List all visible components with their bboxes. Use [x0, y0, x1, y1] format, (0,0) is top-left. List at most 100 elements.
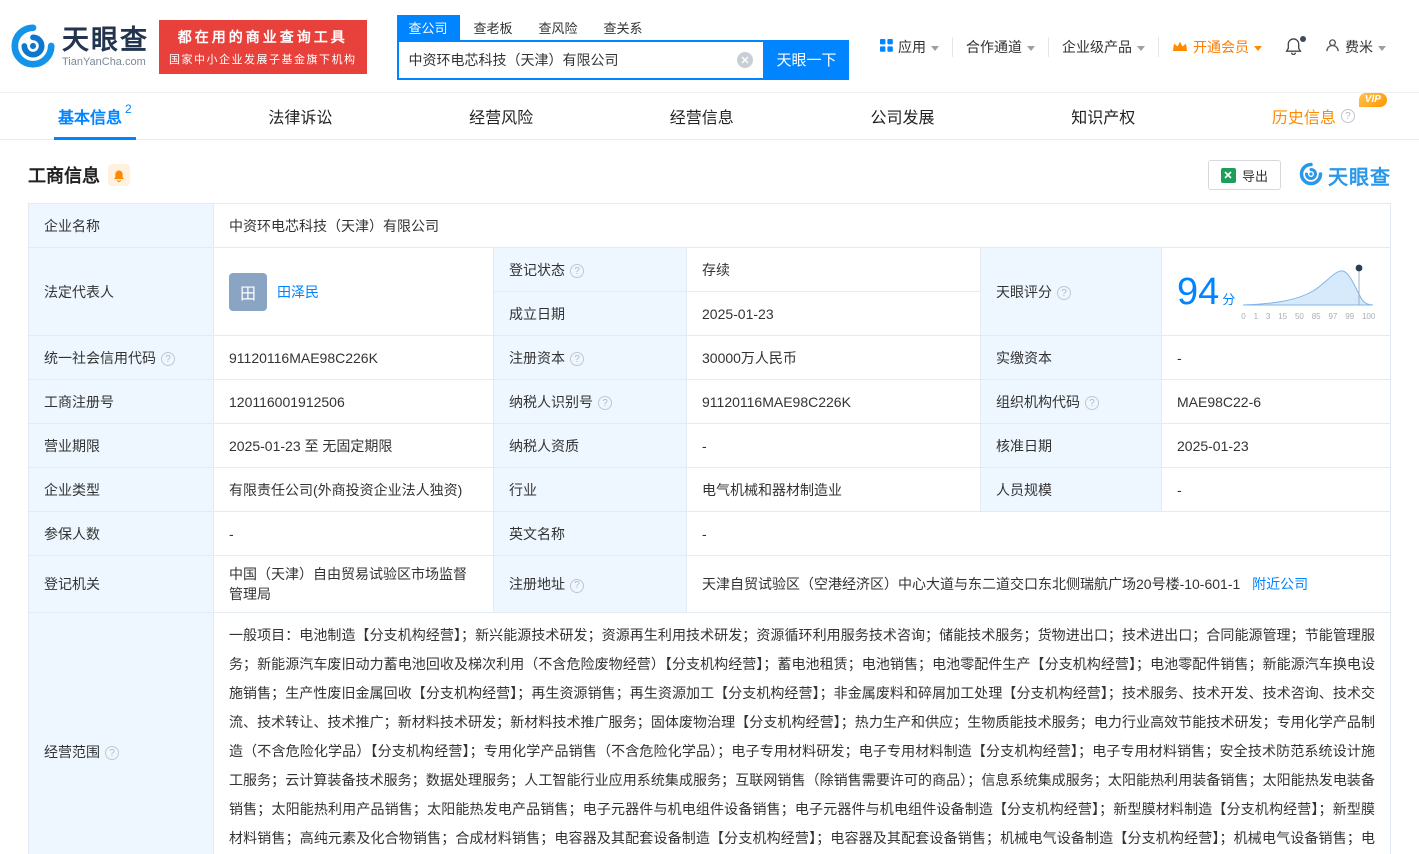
value-tianyan-score: 94 分 0131550859799100 [1162, 248, 1391, 336]
help-icon[interactable]: ? [570, 579, 584, 593]
crown-icon [1172, 39, 1188, 55]
table-row: 经营范围? 一般项目：电池制造【分支机构经营】；新兴能源技术研发；资源再生利用技… [29, 613, 1391, 854]
nav-apps[interactable]: 应用 [867, 37, 952, 57]
label-company-type: 企业类型 [29, 468, 214, 512]
tab-history-label: 历史信息 [1272, 104, 1336, 128]
score-distribution-chart: 0131550859799100 [1241, 263, 1375, 321]
user-avatar-icon [1325, 38, 1340, 56]
business-scope-label-text: 经营范围 [44, 744, 100, 760]
tianyancha-watermark: 天眼查 [1299, 161, 1391, 190]
reg-capital-label-text: 注册资本 [509, 350, 565, 366]
tab-basic-count-badge: 2 [125, 102, 132, 116]
business-scope-text: 一般项目：电池制造【分支机构经营】；新兴能源技术研发；资源再生利用技术研发；资源… [229, 621, 1375, 854]
nav-cooperation[interactable]: 合作通道 [952, 37, 1048, 57]
label-org-code: 组织机构代码? [981, 380, 1162, 424]
label-tianyan-score: 天眼评分? [981, 248, 1162, 336]
label-reg-authority: 登记机关 [29, 556, 214, 613]
nav-enterprise-products[interactable]: 企业级产品 [1048, 37, 1158, 57]
logo-title: 天眼查 [62, 26, 149, 56]
score-unit: 分 [1222, 289, 1235, 308]
notification-dot-icon [1300, 36, 1306, 42]
chevron-down-icon [1027, 46, 1035, 51]
tab-company-development[interactable]: 公司发展 [871, 93, 935, 139]
value-english-name: - [687, 512, 1391, 556]
value-credit-code: 91120116MAE98C226K [214, 336, 494, 380]
help-icon[interactable]: ? [570, 352, 584, 366]
search-tab-risk[interactable]: 查风险 [527, 15, 590, 40]
business-info-header: 工商信息 导出 天眼查 [28, 160, 1391, 190]
help-icon[interactable]: ? [105, 746, 119, 760]
table-row: 工商注册号 120116001912506 纳税人识别号? 91120116MA… [29, 380, 1391, 424]
label-reg-capital: 注册资本? [494, 336, 687, 380]
legal-rep-avatar[interactable]: 田 [229, 273, 267, 311]
score-axis-ticks: 0131550859799100 [1241, 312, 1375, 321]
label-credit-code: 统一社会信用代码? [29, 336, 214, 380]
org-code-label-text: 组织机构代码 [996, 394, 1080, 410]
chevron-down-icon [1378, 46, 1386, 51]
value-paid-capital: - [1162, 336, 1391, 380]
credit-code-label-text: 统一社会信用代码 [44, 350, 156, 366]
notification-bell[interactable] [1275, 37, 1312, 58]
value-reg-capital: 30000万人民币 [687, 336, 981, 380]
value-business-term: 2025-01-23 至 无固定期限 [214, 424, 494, 468]
tianyancha-swirl-icon [1299, 162, 1323, 189]
tab-operation-risk[interactable]: 经营风险 [469, 93, 533, 139]
nav-open-vip[interactable]: 开通会员 [1158, 37, 1275, 57]
nav-cooperation-label: 合作通道 [966, 37, 1022, 57]
table-row: 参保人数 - 英文名称 - [29, 512, 1391, 556]
clear-search-icon[interactable] [737, 52, 753, 68]
tianyancha-logo[interactable]: 天眼查 TianYanCha.com [10, 23, 149, 72]
label-approval-date: 核准日期 [981, 424, 1162, 468]
search-tab-relation[interactable]: 查关系 [592, 15, 655, 40]
score-label-text: 天眼评分 [996, 284, 1052, 300]
tab-basic-label: 基本信息 [58, 104, 122, 128]
search-tab-company[interactable]: 查公司 [397, 15, 460, 40]
nav-enterprise-label: 企业级产品 [1062, 37, 1132, 57]
search-area: 查公司 查老板 查风险 查关系 天眼一下 [397, 15, 849, 80]
tab-legal-litigation[interactable]: 法律诉讼 [268, 93, 332, 139]
tab-business-info[interactable]: 经营信息 [670, 93, 734, 139]
taxpayer-id-label-text: 纳税人识别号 [509, 394, 593, 410]
value-industry: 电气机械和器材制造业 [687, 468, 981, 512]
label-insured-count: 参保人数 [29, 512, 214, 556]
label-taxpayer-quality: 纳税人资质 [494, 424, 687, 468]
label-taxpayer-id: 纳税人识别号? [494, 380, 687, 424]
table-row: 统一社会信用代码? 91120116MAE98C226K 注册资本? 30000… [29, 336, 1391, 380]
vip-badge: VIP [1359, 93, 1387, 107]
help-icon[interactable]: ? [598, 396, 612, 410]
brand-slogan: 都在用的商业查询工具 国家中小企业发展子基金旗下机构 [159, 20, 367, 74]
label-industry: 行业 [494, 468, 687, 512]
help-icon[interactable]: ? [1057, 286, 1071, 300]
search-input[interactable] [409, 52, 737, 68]
export-button[interactable]: 导出 [1208, 160, 1281, 190]
label-legal-rep: 法定代表人 [29, 248, 214, 336]
watermark-text: 天眼查 [1328, 161, 1391, 190]
label-english-name: 英文名称 [494, 512, 687, 556]
help-icon[interactable]: ? [1085, 396, 1099, 410]
search-button[interactable]: 天眼一下 [765, 40, 849, 80]
nav-user[interactable]: 费米 [1312, 37, 1399, 57]
value-reg-status: 存续 [687, 248, 981, 292]
apps-grid-icon [880, 39, 893, 55]
tab-basic-info[interactable]: 基本信息 2 [58, 93, 132, 139]
reg-status-label-text: 登记状态 [509, 262, 565, 278]
company-section-tabs: 基本信息 2 法律诉讼 经营风险 经营信息 公司发展 知识产权 历史信息 ? V… [0, 92, 1419, 140]
monitor-bell-icon[interactable] [108, 164, 130, 186]
help-icon[interactable]: ? [161, 352, 175, 366]
help-icon[interactable]: ? [570, 264, 584, 278]
nearby-companies-link[interactable]: 附近公司 [1252, 576, 1308, 592]
value-taxpayer-quality: - [687, 424, 981, 468]
nav-apps-label: 应用 [898, 37, 926, 57]
legal-rep-link[interactable]: 田泽民 [277, 282, 319, 302]
chevron-down-icon [931, 46, 939, 51]
value-insured-count: - [214, 512, 494, 556]
tab-history-info[interactable]: 历史信息 ? VIP [1272, 93, 1361, 139]
help-icon[interactable]: ? [1341, 109, 1355, 123]
search-tab-boss[interactable]: 查老板 [462, 15, 525, 40]
value-company-type: 有限责任公司(外商投资企业法人独资) [214, 468, 494, 512]
section-title: 工商信息 [28, 162, 100, 188]
table-row: 企业名称 中资环电芯科技（天津）有限公司 [29, 204, 1391, 248]
tab-intellectual-property[interactable]: 知识产权 [1071, 93, 1135, 139]
logo-domain: TianYanCha.com [62, 56, 149, 68]
value-legal-rep: 田 田泽民 [214, 248, 494, 336]
